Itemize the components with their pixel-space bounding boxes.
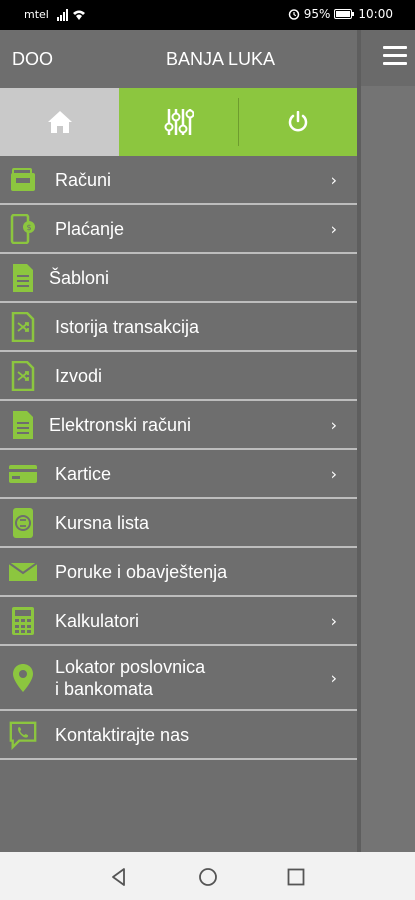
drawer-menu: Računi › $ Plaćanje › Šabloni Istorija t… (0, 156, 357, 760)
home-icon (47, 111, 72, 133)
location-pin-icon (8, 663, 38, 693)
system-nav-bar (0, 852, 415, 900)
battery-percent: 95% (303, 7, 331, 21)
battery-icon (334, 9, 355, 19)
menu-item-kontakt[interactable]: Kontaktirajte nas (0, 711, 357, 760)
chevron-right-icon: › (330, 170, 337, 189)
menu-item-kursna-lista[interactable]: Kursna lista (0, 499, 357, 548)
drawer-header: DOO BANJA LUKA (0, 30, 357, 88)
menu-label: Kartice (55, 463, 112, 484)
hamburger-menu-icon[interactable] (383, 46, 407, 66)
status-right: 95% 10:00 (288, 7, 393, 21)
navigation-drawer: DOO BANJA LUKA Računi › $ Plaćanje › Šab… (0, 30, 357, 852)
menu-item-poruke[interactable]: Poruke i obavještenja (0, 548, 357, 597)
menu-item-elektronski-racuni[interactable]: Elektronski računi › (0, 401, 357, 450)
tab-home[interactable] (0, 88, 119, 156)
menu-item-istorija-transakcija[interactable]: Istorija transakcija (0, 303, 357, 352)
chevron-right-icon: › (330, 668, 337, 687)
main-content-behind (357, 30, 415, 852)
menu-item-kartice[interactable]: Kartice › (0, 450, 357, 499)
menu-item-placanje[interactable]: $ Plaćanje › (0, 205, 357, 254)
city-name: BANJA LUKA (166, 49, 276, 69)
svg-text:$: $ (26, 223, 31, 232)
menu-item-lokator[interactable]: Lokator poslovnica i bankomata › (0, 646, 357, 711)
menu-label: Plaćanje (55, 218, 125, 239)
chevron-right-icon: › (330, 464, 337, 483)
status-bar: mtel 95% 10:00 (0, 0, 415, 30)
company-name: DOO (12, 49, 54, 69)
chevron-right-icon: › (330, 611, 337, 630)
alarm-icon (288, 9, 299, 20)
recents-icon[interactable] (285, 866, 307, 888)
exchange-phone-icon (8, 507, 38, 538)
menu-item-kalkulatori[interactable]: Kalkulatori › (0, 597, 357, 646)
menu-label: Izvodi (55, 365, 103, 386)
menu-label: Elektronski računi (49, 414, 192, 435)
menu-label: Kursna lista (55, 512, 150, 533)
signal-wifi-icon (57, 9, 85, 21)
menu-label-line1: Lokator poslovnica (55, 656, 206, 677)
menu-label: Kontaktirajte nas (55, 724, 190, 745)
menu-label-line2: i bankomata (55, 678, 154, 699)
menu-label: Lokator poslovnica i bankomata (55, 656, 205, 700)
shuffle-document-icon (8, 311, 38, 342)
mobile-payment-icon: $ (8, 213, 38, 244)
clock: 10:00 (358, 7, 393, 21)
quick-tabs (0, 88, 357, 156)
chevron-right-icon: › (330, 219, 337, 238)
chevron-right-icon: › (330, 415, 337, 434)
document-icon (8, 410, 38, 440)
envelope-icon (8, 557, 38, 587)
menu-item-racuni[interactable]: Računi › (0, 156, 357, 205)
shuffle-document-icon (8, 360, 38, 391)
menu-label: Šabloni (49, 267, 110, 288)
menu-label: Kalkulatori (55, 610, 140, 631)
phone-chat-icon (8, 720, 38, 750)
menu-label: Istorija transakcija (55, 316, 200, 337)
back-icon[interactable] (108, 866, 130, 888)
sliders-icon (164, 109, 194, 135)
home-nav-icon[interactable] (197, 866, 219, 888)
menu-item-izvodi[interactable]: Izvodi (0, 352, 357, 401)
wallet-icon (8, 165, 38, 195)
tab-settings[interactable] (119, 88, 238, 156)
menu-label: Poruke i obavještenja (55, 561, 228, 582)
calculator-icon (8, 606, 38, 636)
carrier-name: mtel (24, 8, 49, 21)
menu-label: Računi (55, 169, 112, 190)
tab-logout[interactable] (238, 88, 357, 156)
credit-card-icon (8, 459, 38, 489)
power-icon (288, 111, 307, 132)
document-icon (8, 263, 38, 293)
menu-item-sabloni[interactable]: Šabloni (0, 254, 357, 303)
